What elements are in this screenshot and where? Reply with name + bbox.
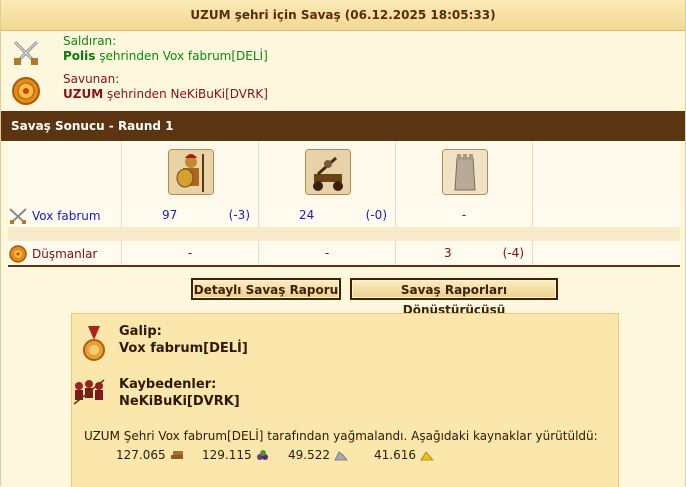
resource-amount: 127.065 bbox=[116, 448, 166, 462]
crossed-swords-icon bbox=[9, 208, 27, 224]
unit-header-row bbox=[8, 141, 680, 203]
medal-icon bbox=[83, 326, 105, 361]
resource-amount: 49.522 bbox=[288, 448, 330, 462]
resource-amount: 129.115 bbox=[202, 448, 252, 462]
defender-player[interactable]: şehrinden NeKiBuKi[DVRK] bbox=[103, 87, 268, 101]
defender-label: Savunan: bbox=[63, 72, 120, 86]
plundered-resources: 127.065 129.115 49.522 41.616 bbox=[116, 448, 460, 462]
resource-amount: 41.616 bbox=[374, 448, 416, 462]
detailed-report-button[interactable]: Detaylı Savaş Raporu bbox=[191, 278, 341, 300]
losers-label: Kaybedenler: bbox=[119, 377, 217, 392]
wood-icon bbox=[170, 451, 183, 459]
table-row: Vox fabrum 97 (-3) 24 (-0) - bbox=[8, 203, 680, 227]
wine-icon bbox=[256, 450, 268, 460]
defender-row-name: Düşmanlar bbox=[32, 247, 98, 261]
sulfur-icon bbox=[420, 451, 434, 461]
shield-icon bbox=[9, 245, 27, 263]
marble-icon bbox=[334, 451, 348, 461]
attacker-wall-count: - bbox=[461, 208, 467, 222]
crossed-swords-icon bbox=[13, 40, 39, 65]
attacker-hoplite-loss: (-3) bbox=[228, 208, 250, 222]
attacker-line: Polis şehrinden Vox fabrum[DELİ] bbox=[63, 49, 268, 64]
round-header: Savaş Sonucu - Raund 1 bbox=[1, 111, 685, 141]
resource-wine: 129.115 bbox=[202, 448, 288, 462]
defender-wall-loss: (-4) bbox=[502, 246, 524, 260]
shield-icon bbox=[12, 77, 40, 105]
attacker-player[interactable]: şehrinden Vox fabrum[DELİ] bbox=[95, 49, 268, 63]
plunder-text: UZUM Şehri Vox fabrum[DELİ] tarafından y… bbox=[84, 429, 598, 443]
defender-line: UZUM şehrinden NeKiBuKi[DVRK] bbox=[63, 87, 268, 102]
attacker-hoplite-count: 97 bbox=[162, 208, 178, 222]
attacker-info: Saldıran: Polis şehrinden Vox fabrum[DEL… bbox=[11, 34, 671, 74]
resource-marble: 49.522 bbox=[288, 448, 374, 462]
defender-info: Savunan: UZUM şehrinden NeKiBuKi[DVRK] bbox=[11, 72, 671, 112]
resource-sulfur: 41.616 bbox=[374, 448, 460, 462]
hoplite-unit-icon bbox=[168, 149, 214, 195]
winner-name: Vox fabrum[DELİ] bbox=[119, 341, 248, 356]
attacker-catapult-count: 24 bbox=[299, 208, 315, 222]
report-converter-button[interactable]: Savaş Raporları Dönüştürücüsü bbox=[350, 278, 558, 317]
attacker-city[interactable]: Polis bbox=[63, 49, 95, 63]
attacker-row-name[interactable]: Vox fabrum bbox=[32, 209, 101, 223]
losers-name: NeKiBuKi[DVRK] bbox=[119, 394, 240, 409]
table-row: Düşmanlar - - 3 (-4) bbox=[8, 241, 680, 267]
page-title: UZUM şehri için Savaş (06.12.2025 18:05:… bbox=[1, 0, 685, 31]
defender-city[interactable]: UZUM bbox=[63, 87, 103, 101]
attacker-catapult-loss: (-0) bbox=[365, 208, 387, 222]
winner-label: Galip: bbox=[119, 324, 162, 339]
battle-result-panel: Galip: Vox fabrum[DELİ] Kaybedenler: NeK… bbox=[71, 313, 619, 487]
catapult-unit-icon bbox=[305, 149, 351, 195]
attacker-label: Saldıran: bbox=[63, 34, 117, 48]
battle-report-panel: UZUM şehri için Savaş (06.12.2025 18:05:… bbox=[0, 0, 686, 487]
fallen-soldiers-icon bbox=[73, 379, 105, 405]
defender-catapult-count: - bbox=[324, 246, 330, 260]
wall-icon bbox=[442, 149, 488, 195]
defender-hoplite-count: - bbox=[187, 246, 193, 260]
defender-wall-count: 3 bbox=[444, 246, 452, 260]
resource-wood: 127.065 bbox=[116, 448, 202, 462]
